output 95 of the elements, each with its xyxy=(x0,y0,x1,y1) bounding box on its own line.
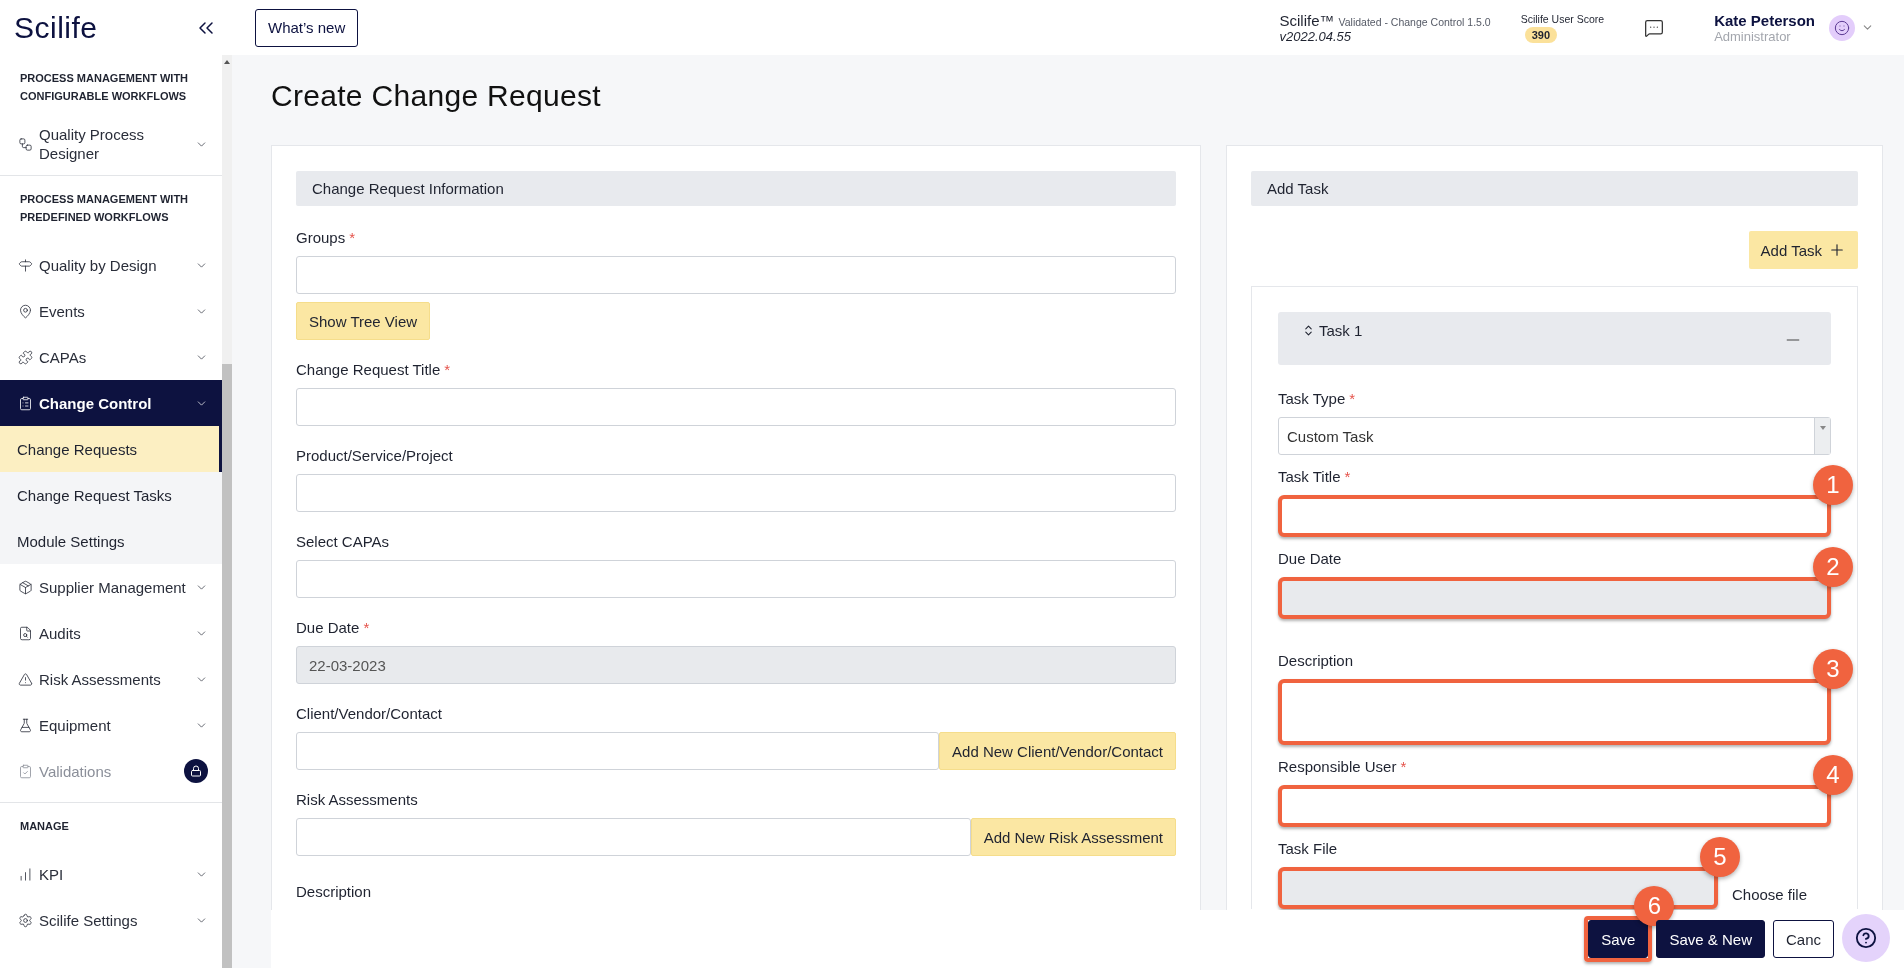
page-title: Create Change Request xyxy=(271,79,602,113)
input-field[interactable] xyxy=(296,474,1176,512)
input-field[interactable] xyxy=(1278,785,1831,827)
step-number: 1 xyxy=(1813,465,1853,505)
field-label: Task Type * xyxy=(1278,389,1356,409)
add-new-button[interactable]: Add New Risk Assessment xyxy=(970,818,1176,856)
field-label: Select CAPAs xyxy=(296,532,390,552)
sidebar-item[interactable]: Risk Assessments xyxy=(0,656,222,702)
input-field[interactable] xyxy=(296,818,971,856)
sidebar-subitem[interactable]: Module Settings xyxy=(0,518,222,564)
help-icon xyxy=(1855,927,1877,949)
sidebar-item[interactable]: Equipment xyxy=(0,702,222,748)
section-header: Change Request Information xyxy=(296,171,1176,206)
required-asterisk: * xyxy=(1349,390,1356,407)
sidebar-item[interactable]: Audits xyxy=(0,610,222,656)
field-label: Description xyxy=(296,882,372,902)
field-label: Task File xyxy=(1278,839,1338,859)
user-name: Kate Peterson xyxy=(1714,11,1815,29)
field-label: Client/Vendor/Contact xyxy=(296,704,442,724)
required-asterisk: * xyxy=(363,619,370,636)
sidebar-item[interactable]: Quality Process Designer xyxy=(0,121,222,167)
required-asterisk: * xyxy=(1344,468,1351,485)
section-header: Add Task xyxy=(1251,171,1858,206)
required-asterisk: * xyxy=(1400,758,1407,775)
field-label: Due Date xyxy=(1278,549,1342,569)
field-label: Task Title * xyxy=(1278,467,1351,487)
sidebar-item[interactable]: Events xyxy=(0,288,222,334)
required-asterisk: * xyxy=(349,229,356,246)
step-number: 5 xyxy=(1700,837,1740,877)
section-heading: MANAGE xyxy=(19,819,70,834)
field-label: Due Date * xyxy=(296,618,370,638)
score-badge: 390 xyxy=(1524,26,1558,43)
section-heading: PROCESS MANAGEMENT WITH PREDEFINED WORKFLOWS xyxy=(19,192,190,225)
field-label: Product/Service/Project xyxy=(296,446,453,466)
choose-file-button[interactable]: Choose file xyxy=(1732,885,1808,903)
avatar[interactable] xyxy=(1829,14,1855,41)
user-role: Administrator xyxy=(1714,28,1792,44)
step-number: 4 xyxy=(1813,755,1853,795)
save-button[interactable]: Save xyxy=(1588,920,1649,958)
puzzle-icon xyxy=(18,349,33,365)
cancel-button[interactable]: Canc xyxy=(1772,920,1834,958)
input-field[interactable] xyxy=(296,732,940,770)
file-search-icon xyxy=(18,625,33,641)
add-task-button[interactable]: Add Task xyxy=(1748,231,1858,269)
scrollbar[interactable] xyxy=(222,55,232,968)
score-label: Scilife User Score xyxy=(1520,12,1605,25)
settings-icon xyxy=(18,912,33,928)
product-name: Scilife™ xyxy=(1279,11,1335,29)
sidebar-item[interactable]: Change Control xyxy=(0,380,222,426)
workflow-icon xyxy=(18,136,33,152)
save-button[interactable]: Save & New xyxy=(1656,920,1765,958)
section-heading: PROCESS MANAGEMENT WITH CONFIGURABLE WORKFLOWS xyxy=(19,71,190,104)
pin-icon xyxy=(18,303,33,319)
date-field[interactable] xyxy=(1278,577,1831,619)
input-field[interactable] xyxy=(1278,495,1831,537)
package-icon xyxy=(18,579,33,595)
field-label: Risk Assessments xyxy=(296,790,418,810)
task-header[interactable]: Task 1 xyxy=(1278,312,1831,365)
field-label: Description xyxy=(1278,651,1354,671)
sort-icon xyxy=(1302,324,1315,337)
signpost-icon xyxy=(18,257,33,273)
sidebar-item[interactable]: KPI xyxy=(0,851,222,897)
task-type-select[interactable]: Custom Task xyxy=(1278,417,1831,455)
edition-label: Validated - Change Control 1.5.0 xyxy=(1338,15,1491,28)
lock-icon xyxy=(184,759,208,783)
sidebar-item[interactable]: Quality by Design xyxy=(0,242,222,288)
tree-view-button[interactable]: Show Tree View xyxy=(296,302,431,340)
sidebar-item[interactable]: Scilife Settings xyxy=(0,897,222,943)
bar-chart-icon xyxy=(18,866,33,882)
sidebar-item[interactable]: Supplier Management xyxy=(0,564,222,610)
field-label: Responsible User * xyxy=(1278,757,1407,777)
description-field[interactable] xyxy=(1278,679,1831,745)
warning-icon xyxy=(18,671,33,687)
step-number: 2 xyxy=(1813,547,1853,587)
clipboard-check-icon xyxy=(18,763,33,779)
sidebar-subitem[interactable]: Change Requests xyxy=(0,426,222,472)
input-field[interactable] xyxy=(296,256,1176,294)
required-asterisk: * xyxy=(444,361,451,378)
flask-icon xyxy=(18,717,33,733)
step-number: 3 xyxy=(1813,649,1853,689)
input-field[interactable] xyxy=(296,560,1176,598)
whats-new-button[interactable]: What’s new xyxy=(255,8,359,47)
task-title: Task 1 xyxy=(1319,322,1363,339)
logo: Scilife xyxy=(14,10,98,45)
date-field[interactable]: 22-03-2023 xyxy=(296,646,1176,684)
field-label: Groups * xyxy=(296,228,356,248)
version-label: v2022.04.55 xyxy=(1279,28,1353,44)
add-new-button[interactable]: Add New Client/Vendor/Contact xyxy=(939,732,1176,770)
clipboard-icon xyxy=(18,395,33,411)
field-label: Change Request Title * xyxy=(296,360,451,380)
sidebar-subitem[interactable]: Change Request Tasks xyxy=(0,472,222,518)
plus-icon xyxy=(1828,241,1846,259)
chat-icon[interactable] xyxy=(1644,17,1665,38)
input-field[interactable] xyxy=(296,388,1176,426)
sidebar-item[interactable]: CAPAs xyxy=(0,334,222,380)
